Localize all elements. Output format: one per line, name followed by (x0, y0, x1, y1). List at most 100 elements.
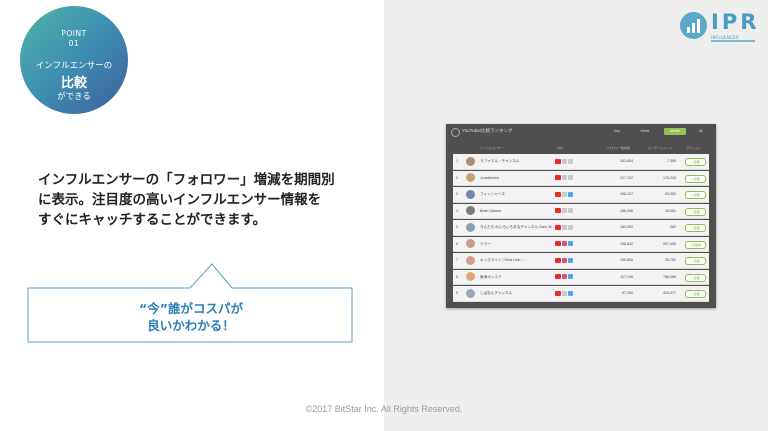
avatar (466, 239, 475, 248)
compare-button[interactable]: + 比較中 (685, 240, 706, 249)
callout-line-1: “今”誰がコスパが (139, 301, 243, 316)
engagement-value: 176,243 (663, 175, 676, 180)
instagram-icon (562, 257, 567, 263)
callout-text: “今”誰がコスパが 良いかわかる！ (30, 300, 352, 334)
point-line-2: 比較 (60, 76, 87, 91)
rank-number: 6 (456, 241, 458, 246)
description-line: すぐにキャッチすることができます。 (38, 212, 267, 228)
influencer-name[interactable]: キッズライン♡Kids Line♡... (480, 258, 526, 263)
description-line: に表示。注目度の高いインフルエンサー情報を (38, 192, 322, 208)
followers-value: 97,290 (622, 291, 633, 295)
rank-number: 3 (456, 192, 458, 196)
avatar (466, 272, 475, 281)
influencer-name[interactable]: Junskitchen (480, 176, 499, 180)
engagement-value: 15,051 (665, 208, 676, 213)
instagram-icon (562, 158, 567, 164)
twitter-icon (568, 191, 573, 197)
table-row[interactable]: 9 しばなんチャンネル 97,290 410,077 + 比較 (453, 286, 709, 302)
point-label: POINT (61, 29, 87, 38)
twitter-icon (568, 208, 573, 213)
influencer-name[interactable]: Brian Games (480, 209, 501, 213)
compare-button[interactable]: + 比較 (685, 174, 706, 183)
youtube-icon (555, 241, 561, 246)
engagement-value: 997,405 (663, 241, 676, 246)
influencer-name[interactable]: ラファエル・チャンネル (480, 159, 519, 164)
avatar (466, 206, 475, 215)
table-row[interactable]: 7 キッズライン♡Kids Line♡... 135,806 26,751 + 比較 (453, 253, 709, 269)
copyright: ©2017 BitStar Inc. All Rights Reserved. (305, 404, 463, 414)
table-row[interactable]: 6 ミラー 138,842 997,405 + 比較中 (453, 236, 709, 252)
twitter-icon (568, 257, 573, 263)
twitter-icon (568, 224, 573, 230)
column-header: エンゲージメント (648, 146, 672, 150)
table-row[interactable]: 5 きんたろ.のいろいろあるチャンネル Sam, M... 183,002 282 + … (453, 220, 709, 236)
followers-value: 183,002 (620, 225, 633, 229)
compare-button[interactable]: + 比較 (685, 257, 706, 265)
youtube-icon (555, 290, 561, 296)
description: インフルエンサーの「フォロワー」増減を期間別 に表示。注目度の高いインフルエンサ… (38, 170, 358, 230)
table-row[interactable]: 1 ラファエル・チャンネル 241,804 7,395 + 比較 (453, 154, 709, 170)
followers-value: 138,842 (620, 241, 633, 246)
ranking-screenshot: YouTuber比較ランキング Day Week Month All インフルエ… (446, 124, 716, 308)
instagram-icon (562, 208, 567, 213)
instagram-icon (562, 241, 567, 246)
table-row[interactable]: 3 フィッシャーズ 198,107 83,552 + 比較 (453, 187, 709, 203)
instagram-icon (562, 224, 567, 230)
followers-value: 117,149 (620, 274, 633, 279)
screenshot-logo-icon (451, 128, 460, 137)
screenshot-header: YouTuber比較ランキング Day Week Month All (446, 124, 716, 140)
rank-number: 5 (456, 225, 458, 229)
twitter-icon (568, 175, 573, 180)
influencer-name[interactable]: きんたろ.のいろいろあるチャンネル Sam, M... (480, 225, 555, 230)
table-row[interactable]: 2 Junskitchen 217,157 176,243 + 比較 (453, 170, 709, 186)
influencer-name[interactable]: ミラー (480, 242, 491, 247)
influencer-name[interactable]: 東海オンエア (480, 275, 502, 280)
tab-week[interactable]: Week (636, 128, 654, 135)
compare-button[interactable]: + 比較 (685, 158, 706, 166)
twitter-icon (568, 158, 573, 164)
compare-button[interactable]: + 比較 (685, 191, 706, 199)
tab-day[interactable]: Day (608, 128, 626, 135)
table-row[interactable]: 4 Brian Games 156,446 15,051 + 比較 (453, 203, 709, 219)
tab-month[interactable]: Month (664, 128, 686, 135)
engagement-value: 410,077 (663, 291, 676, 295)
point-number: 01 (68, 39, 80, 48)
compare-button[interactable]: + 比較 (685, 224, 706, 232)
instagram-icon (562, 290, 567, 296)
followers-value: 198,107 (620, 192, 633, 196)
rank-number: 9 (456, 291, 458, 295)
point-badge: POINT 01 インフルエンサーの 比較 ができる (20, 6, 128, 114)
instagram-icon (562, 191, 567, 197)
logo-text: IPR (711, 10, 760, 34)
youtube-icon (555, 158, 561, 164)
compare-button[interactable]: + 比較 (685, 207, 706, 216)
column-header: SNS (557, 146, 564, 150)
youtube-icon (555, 224, 561, 230)
compare-button[interactable]: + 比較 (685, 273, 706, 282)
table-row[interactable]: 8 東海オンエア 117,149 786,066 + 比較 (453, 269, 709, 285)
rank-number: 2 (456, 175, 458, 180)
logo-underline (711, 40, 755, 42)
ipr-logo: IPR INFLUENCER (680, 10, 760, 44)
instagram-icon (562, 274, 567, 279)
point-line-1: インフルエンサーの (35, 61, 113, 71)
description-line: インフルエンサーの「フォロワー」増減を期間別 (38, 172, 335, 188)
influencer-name[interactable]: しばなんチャンネル (480, 291, 512, 296)
youtube-icon (555, 257, 561, 263)
engagement-value: 7,395 (667, 159, 676, 163)
compare-button[interactable]: + 比較 (685, 290, 706, 298)
callout-line-2: 良いかわかる！ (147, 318, 235, 333)
influencer-name[interactable]: フィッシャーズ (480, 192, 505, 197)
avatar (466, 156, 475, 166)
twitter-icon (568, 241, 573, 246)
youtube-icon (555, 175, 561, 180)
tab-all[interactable]: All (692, 128, 710, 135)
engagement-value: 282 (670, 225, 676, 229)
rank-number: 7 (456, 258, 458, 262)
rank-number: 8 (456, 274, 458, 279)
avatar (466, 222, 475, 232)
followers-value: 241,804 (620, 159, 633, 163)
engagement-value: 786,066 (663, 274, 676, 279)
engagement-value: 26,751 (665, 258, 676, 262)
followers-value: 156,446 (620, 208, 633, 213)
